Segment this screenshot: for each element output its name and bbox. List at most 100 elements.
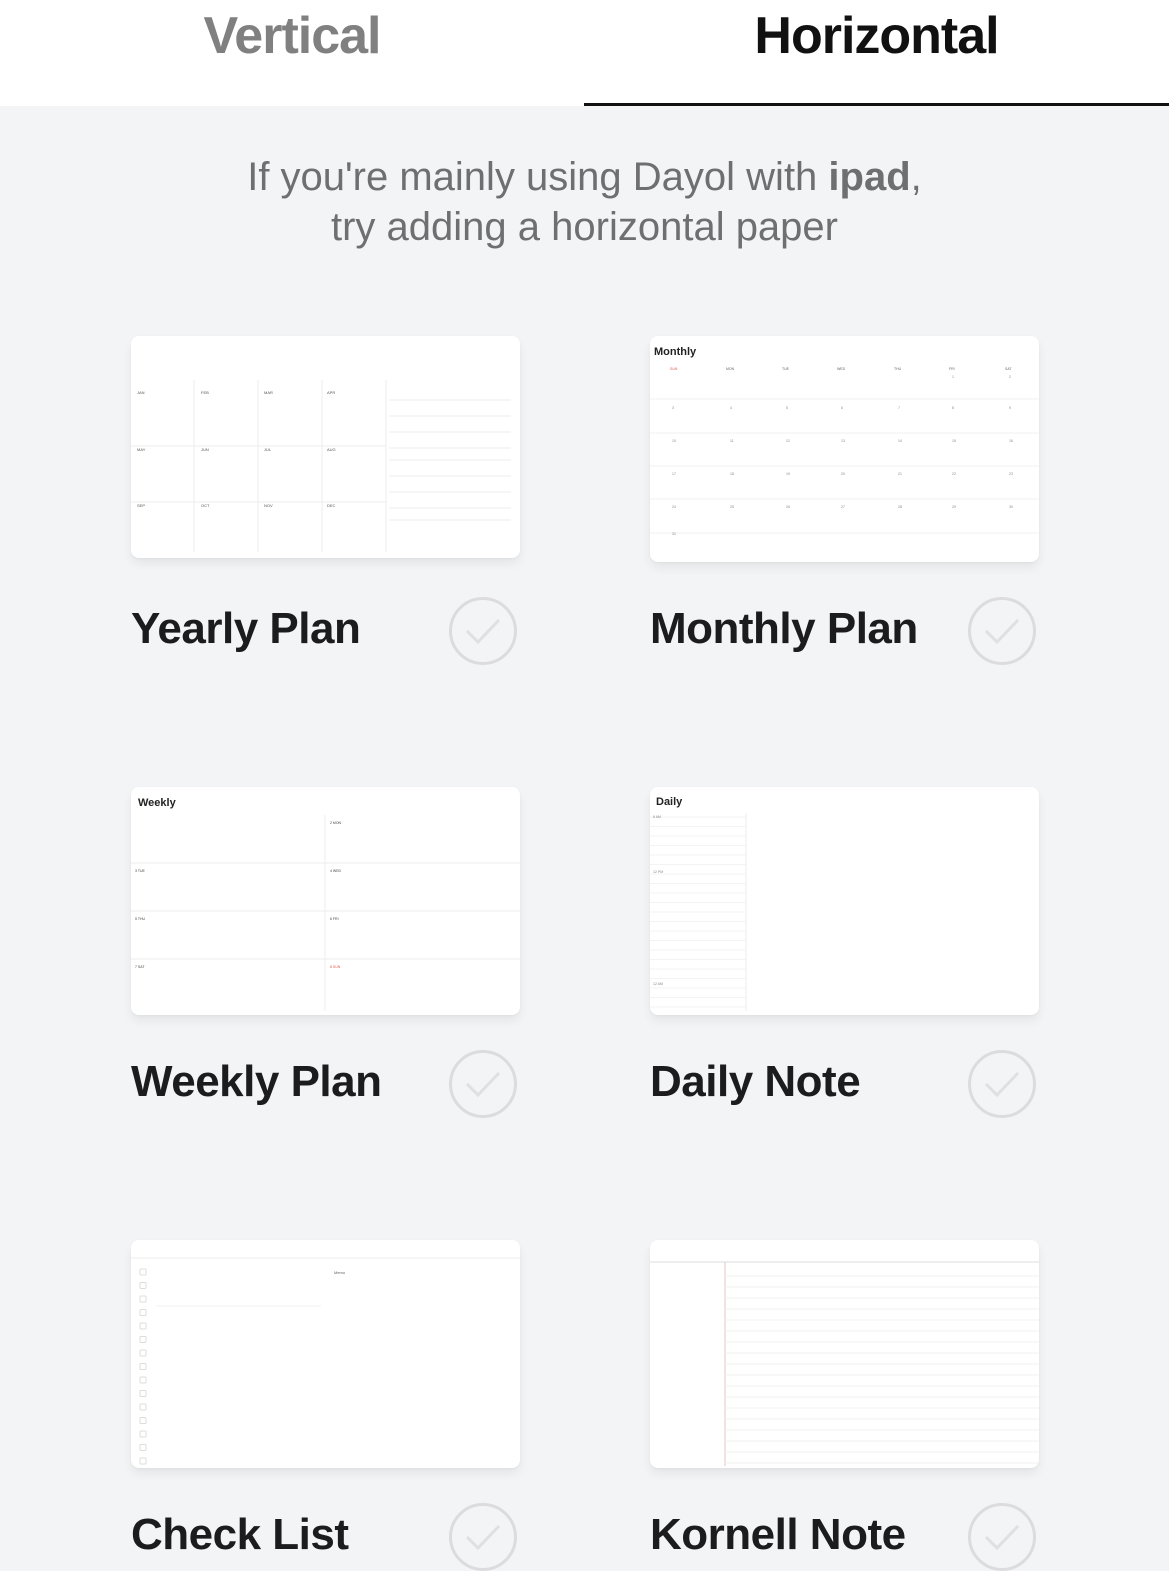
date-label: 20 — [841, 472, 845, 476]
checkmark-icon — [465, 618, 501, 645]
month-label: MAY — [137, 447, 146, 452]
weekly-plan-preview[interactable]: Weekly 2 MON 3 TUE 4 WED 5 THU 6 FRI 7 S… — [131, 787, 520, 1015]
weekday-label: 6 FRI — [330, 917, 339, 921]
weekly-heading: Weekly — [138, 797, 177, 809]
checkbox-square — [139, 1444, 147, 1451]
date-label: 17 — [672, 472, 676, 476]
checkbox-square — [139, 1309, 147, 1316]
month-label: MAR — [264, 390, 273, 395]
date-label: 9 — [1009, 406, 1011, 410]
intro-text: If you're mainly using Dayol with ipad, … — [0, 152, 1169, 252]
checkmark-icon — [465, 1071, 501, 1098]
weekly-plan-title: Weekly Plan — [131, 1057, 382, 1106]
checkbox-square — [139, 1457, 147, 1465]
kornell-note-checkbox[interactable] — [968, 1503, 1036, 1571]
checkbox-square — [139, 1430, 147, 1438]
month-label: FEB — [201, 390, 209, 395]
weekday-label: 8 SUN — [330, 965, 341, 969]
monthly-heading: Monthly — [654, 346, 697, 358]
checkmark-icon — [465, 1524, 501, 1551]
daily-note-checkbox[interactable] — [968, 1050, 1036, 1118]
date-label: 2 — [1009, 375, 1011, 379]
yearly-plan-preview[interactable]: JAN FEB MAR APR MAY JUN JUL AUG SEP OCT … — [131, 336, 520, 558]
date-label: 31 — [672, 532, 676, 536]
weekday-label: 2 MON — [330, 821, 342, 825]
intro-suffix: , — [910, 155, 922, 199]
intro-device: ipad — [828, 155, 911, 199]
date-label: 14 — [898, 439, 902, 443]
date-label: 25 — [730, 505, 734, 509]
check-list-checkbox[interactable] — [449, 1503, 517, 1571]
tab-vertical[interactable]: Vertical — [0, 0, 584, 106]
checkbox-square — [139, 1282, 147, 1289]
date-label: 8 — [952, 406, 954, 410]
date-label: 18 — [730, 472, 734, 476]
hour-label: 6 AM — [653, 815, 661, 819]
check-list-preview[interactable]: Memo — [131, 1240, 520, 1468]
date-label: 15 — [952, 439, 956, 443]
date-label: 5 — [786, 406, 788, 410]
weekday-label: WED — [837, 367, 846, 371]
weekday-label: MON — [726, 367, 735, 371]
daily-note-title: Daily Note — [650, 1057, 861, 1106]
weekday-label: 7 SAT — [135, 965, 145, 969]
checkbox-square — [139, 1403, 147, 1411]
month-label: NOV — [264, 503, 273, 508]
checkbox-square — [139, 1322, 147, 1330]
date-label: 7 — [898, 406, 900, 410]
month-label: JUL — [264, 447, 272, 452]
month-label: APR — [327, 390, 335, 395]
date-label: 19 — [786, 472, 790, 476]
date-label: 3 — [672, 406, 674, 410]
monthly-plan-preview[interactable]: Monthly SUN MON TUE WED THU FRI SAT 1234… — [650, 336, 1039, 562]
kornell-note-title: Kornell Note — [650, 1510, 906, 1559]
month-label: JUN — [201, 447, 209, 452]
weekday-label: 3 TUE — [135, 869, 146, 873]
date-label: 24 — [672, 505, 676, 509]
daily-note-preview[interactable]: Daily 6 AM 12 PM 12 AM — [650, 787, 1039, 1015]
checkbox-square — [139, 1363, 147, 1370]
kornell-note-preview[interactable] — [650, 1240, 1039, 1468]
checkbox-square — [139, 1417, 147, 1424]
checkmark-icon — [984, 1524, 1020, 1551]
date-label: 28 — [898, 505, 902, 509]
checkbox-square — [139, 1268, 147, 1276]
monthly-plan-checkbox[interactable] — [968, 597, 1036, 665]
weekday-label: SAT — [1005, 367, 1012, 371]
tab-horizontal[interactable]: Horizontal — [584, 0, 1169, 106]
weekday-label: FRI — [949, 367, 955, 371]
checkbox-square — [139, 1376, 147, 1384]
checkbox-square — [139, 1390, 147, 1397]
paper-orientation-tabs: Vertical Horizontal — [0, 0, 1169, 106]
weekday-label: 5 THU — [135, 917, 146, 921]
month-label: AUG — [327, 447, 336, 452]
yearly-plan-title: Yearly Plan — [131, 604, 361, 653]
month-label: OCT — [201, 503, 210, 508]
date-label: 13 — [841, 439, 845, 443]
date-label: 12 — [786, 439, 790, 443]
date-label: 10 — [672, 439, 676, 443]
checkmark-icon — [984, 1071, 1020, 1098]
date-label: 23 — [1009, 472, 1013, 476]
date-label: 1 — [952, 375, 954, 379]
month-label: SEP — [137, 503, 145, 508]
date-label: 26 — [786, 505, 790, 509]
date-label: 16 — [1009, 439, 1013, 443]
date-label: 27 — [841, 505, 845, 509]
yearly-plan-checkbox[interactable] — [449, 597, 517, 665]
weekly-plan-checkbox[interactable] — [449, 1050, 517, 1118]
hour-label: 12 PM — [653, 870, 663, 874]
intro-line-1: If you're mainly using Dayol with ipad, — [0, 152, 1169, 202]
hour-label: 12 AM — [653, 982, 663, 986]
date-label: 21 — [898, 472, 902, 476]
checkmark-icon — [984, 618, 1020, 645]
date-label: 11 — [730, 439, 734, 443]
monthly-plan-title: Monthly Plan — [650, 604, 918, 653]
weekday-label: 4 WED — [330, 869, 342, 873]
weekday-label: SUN — [670, 367, 678, 371]
date-label: 6 — [841, 406, 843, 410]
daily-heading: Daily — [656, 796, 683, 808]
weekday-label: THU — [894, 367, 902, 371]
intro-prefix: If you're mainly using Dayol with — [247, 155, 829, 199]
month-label: JAN — [137, 390, 145, 395]
